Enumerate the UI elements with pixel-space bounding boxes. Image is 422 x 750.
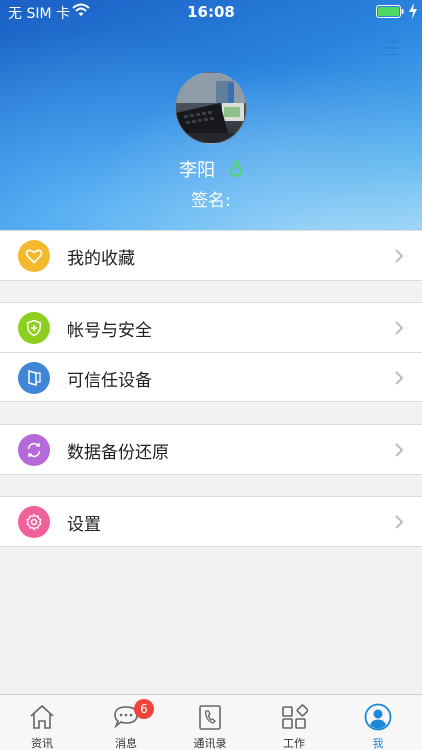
avatar[interactable]: [175, 72, 247, 144]
menu-group-favorites: 我的收藏: [0, 230, 422, 281]
tab-me[interactable]: 我: [336, 695, 420, 750]
male-gender-icon: [229, 160, 242, 177]
tab-messages[interactable]: 6 消息: [84, 695, 168, 750]
menu-group-settings: 设置: [0, 496, 422, 547]
profile-header: 无 SIM 卡 16:08 李阳 签名:: [0, 0, 422, 230]
menu-item-label: 设置: [67, 515, 101, 535]
menu-item-trusted-devices[interactable]: 可信任设备: [0, 352, 422, 401]
tab-work[interactable]: 工作: [252, 695, 336, 750]
chevron-right-icon: [395, 321, 404, 335]
tab-label: 我: [372, 737, 384, 750]
clock: 16:08: [187, 3, 235, 21]
tab-bar: 资讯 6 消息 通讯录 工作 我: [0, 694, 422, 750]
heart-icon: [18, 240, 50, 272]
tab-label: 资讯: [31, 737, 53, 750]
sync-icon: [18, 434, 50, 466]
tab-contacts[interactable]: 通讯录: [168, 695, 252, 750]
contacts-icon: [199, 705, 221, 730]
chevron-right-icon: [395, 515, 404, 529]
tab-label: 消息: [115, 737, 137, 750]
avatar-photo: [176, 73, 246, 143]
signature-label: 签名:: [191, 191, 231, 211]
home-icon: [30, 704, 54, 729]
menu-item-label: 我的收藏: [67, 249, 135, 269]
tab-news[interactable]: 资讯: [0, 695, 84, 750]
battery-icon: [376, 5, 404, 18]
apps-icon: [282, 704, 308, 729]
gear-icon: [18, 506, 50, 538]
tab-label: 通讯录: [193, 737, 227, 750]
menu-item-label: 帐号与安全: [67, 321, 152, 341]
shield-icon: [18, 312, 50, 344]
username-row: 李阳: [0, 156, 422, 181]
menu-item-settings[interactable]: 设置: [0, 497, 422, 546]
chevron-right-icon: [395, 443, 404, 457]
device-icon: [18, 362, 50, 394]
username: 李阳: [179, 160, 216, 181]
tab-label: 工作: [283, 737, 305, 750]
menu-group-backup: 数据备份还原: [0, 424, 422, 475]
menu-item-backup-restore[interactable]: 数据备份还原: [0, 425, 422, 474]
profile-icon: [364, 703, 392, 731]
menu-item-favorites[interactable]: 我的收藏: [0, 231, 422, 280]
menu-item-account-security[interactable]: 帐号与安全: [0, 303, 422, 352]
menu-item-label: 数据备份还原: [67, 443, 169, 463]
charging-icon: [409, 3, 417, 19]
chevron-right-icon: [395, 249, 404, 263]
chevron-right-icon: [395, 371, 404, 385]
status-bar: 无 SIM 卡 16:08: [0, 0, 422, 24]
menu-item-label: 可信任设备: [67, 371, 152, 391]
menu-icon[interactable]: [383, 40, 401, 56]
unread-badge: 6: [134, 699, 154, 719]
menu-group-security: 帐号与安全 可信任设备: [0, 302, 422, 402]
